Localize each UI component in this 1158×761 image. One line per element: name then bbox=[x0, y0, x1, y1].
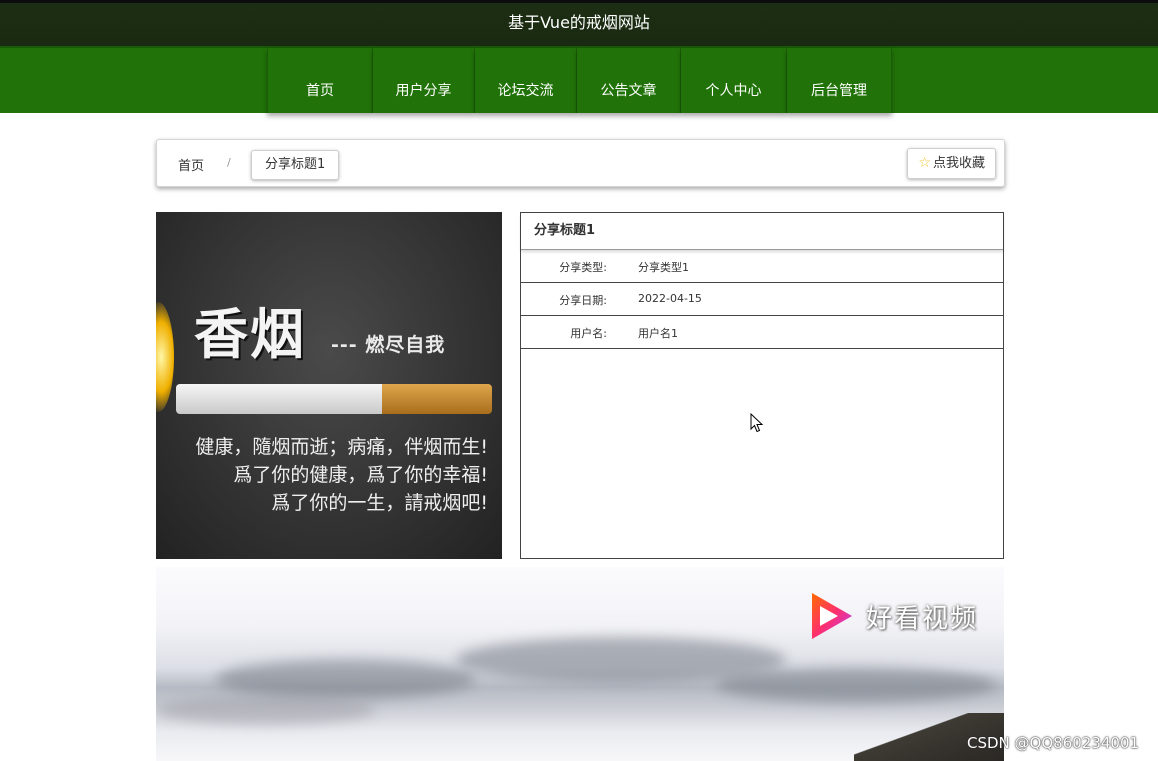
main-nav: 首页 用户分享 论坛交流 公告文章 个人中心 后台管理 bbox=[0, 46, 1158, 113]
nav-list: 首页 用户分享 论坛交流 公告文章 个人中心 后台管理 bbox=[267, 48, 892, 113]
nav-item-label: 用户分享 bbox=[395, 83, 452, 99]
site-header: 基于Vue的戒烟网站 bbox=[0, 0, 1158, 46]
haokan-logo-icon bbox=[812, 593, 852, 639]
detail-label: 分享类型: bbox=[559, 261, 607, 274]
video-player[interactable]: 好看视频 bbox=[156, 567, 1004, 761]
cloud-graphic bbox=[156, 695, 376, 725]
detail-row-share-date: 分享日期: 2022-04-15 bbox=[521, 283, 1003, 316]
site-title: 基于Vue的戒烟网站 bbox=[508, 13, 650, 32]
haokan-logo-text: 好看视频 bbox=[866, 604, 979, 634]
breadcrumb-current[interactable]: 分享标题1 bbox=[251, 150, 340, 180]
favorite-button-label: 点我收藏 bbox=[932, 156, 985, 171]
share-detail-panel: 分享标题1 分享类型: 分享类型1 分享日期: 2022-04-15 用户名: … bbox=[520, 212, 1004, 559]
cover-subheadline: --- 燃尽自我 bbox=[331, 334, 446, 356]
cover-line: 爲了你的健康，爲了你的幸福! bbox=[233, 464, 488, 486]
detail-value: 2022-04-15 bbox=[638, 292, 702, 305]
csdn-watermark: CSDN @QQ860234001 bbox=[967, 734, 1140, 752]
detail-value: 用户名1 bbox=[638, 327, 678, 340]
cloud-graphic bbox=[216, 659, 476, 699]
cigarette-filter-graphic bbox=[382, 384, 492, 414]
cover-line: 爲了你的一生，請戒烟吧! bbox=[271, 492, 488, 514]
nav-item-label: 首页 bbox=[306, 83, 334, 99]
nav-item-label: 后台管理 bbox=[811, 83, 867, 99]
nav-item-forum[interactable]: 论坛交流 bbox=[475, 48, 577, 113]
detail-row-share-type: 分享类型: 分享类型1 bbox=[521, 250, 1003, 283]
breadcrumb-separator: / bbox=[227, 156, 231, 169]
nav-item-label: 个人中心 bbox=[705, 83, 762, 99]
nav-item-announcements[interactable]: 公告文章 bbox=[577, 48, 681, 113]
share-cover-image: 香烟 --- 燃尽自我 健康，隨烟而逝；病痛，伴烟而生! 爲了你的健康，爲了你的… bbox=[156, 212, 502, 559]
cover-headline: 香烟 bbox=[194, 303, 306, 366]
cover-line: 健康，隨烟而逝；病痛，伴烟而生! bbox=[195, 436, 488, 458]
cigarette-graphic bbox=[176, 384, 382, 414]
favorite-button[interactable]: ☆ 点我收藏 bbox=[907, 148, 996, 179]
nav-item-home[interactable]: 首页 bbox=[267, 48, 373, 113]
nav-item-label: 论坛交流 bbox=[497, 83, 554, 99]
nav-item-user-share[interactable]: 用户分享 bbox=[373, 48, 475, 113]
cloud-graphic bbox=[716, 667, 996, 703]
detail-row-username: 用户名: 用户名1 bbox=[521, 316, 1003, 349]
flame-graphic bbox=[156, 302, 174, 412]
nav-item-admin[interactable]: 后台管理 bbox=[787, 48, 892, 113]
mouse-cursor-icon bbox=[750, 413, 764, 433]
nav-item-label: 公告文章 bbox=[600, 83, 657, 99]
detail-label: 用户名: bbox=[570, 327, 607, 340]
breadcrumb-home-link[interactable]: 首页 bbox=[178, 155, 204, 174]
detail-value: 分享类型1 bbox=[638, 261, 689, 274]
detail-label: 分享日期: bbox=[559, 294, 607, 307]
nav-item-profile[interactable]: 个人中心 bbox=[681, 48, 787, 113]
detail-title: 分享标题1 bbox=[521, 213, 1003, 250]
star-icon: ☆ bbox=[918, 155, 931, 171]
breadcrumb: 首页 / 分享标题1 ☆ 点我收藏 bbox=[156, 139, 1005, 187]
